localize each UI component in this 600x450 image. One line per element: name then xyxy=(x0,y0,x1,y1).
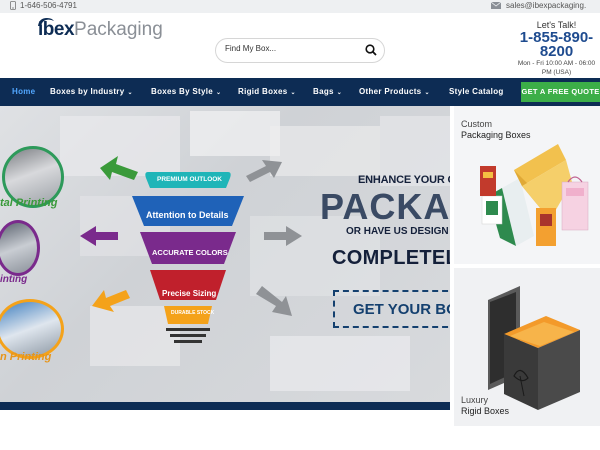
funnel-precise-sizing: Precise Sizing xyxy=(162,289,217,298)
chevron-down-icon: ⌄ xyxy=(127,90,133,96)
nav-boxes-by-industry[interactable]: Boxes by Industry ⌄ xyxy=(50,87,133,96)
quality-funnel-graphic xyxy=(132,172,244,343)
nav-style-catalog[interactable]: Style Catalog xyxy=(449,87,504,96)
logo-light-text: Packaging xyxy=(74,19,163,40)
nav-label: Boxes By Style xyxy=(151,87,214,96)
get-your-boxes-button[interactable]: GET YOUR BOXE xyxy=(333,290,450,328)
top-email[interactable]: sales@ibexpackaging. xyxy=(491,1,586,10)
business-hours: Mon - Fri 10:00 AM - 06:00 xyxy=(517,60,596,67)
get-boxes-label: GET YOUR BOXE xyxy=(353,301,450,318)
arrow-gray-up-icon xyxy=(246,160,282,182)
phone-icon xyxy=(10,1,16,10)
search-input[interactable] xyxy=(225,44,355,53)
custom-boxes-image xyxy=(480,144,589,246)
main-nav: Home Boxes by Industry ⌄ Boxes By Style ⌄ … xyxy=(0,78,600,106)
chevron-down-icon: ⌄ xyxy=(336,90,343,96)
top-bar: 1-646-506-4791 sales@ibexpackaging. xyxy=(0,0,600,13)
nav-label: Boxes by Industry xyxy=(50,87,125,96)
funnel-premium-outlook: PREMIUM OUTLOOK xyxy=(157,176,222,183)
funnel-attention-to-details: Attention to Details xyxy=(146,210,229,220)
nav-rigid-boxes[interactable]: Rigid Boxes ⌄ xyxy=(238,87,296,96)
hero-design-text: OR HAVE US DESIGN SOME xyxy=(346,226,450,237)
luxury-rigid-label: Luxury Rigid Boxes xyxy=(461,395,509,417)
search-icon[interactable] xyxy=(365,44,377,56)
site-logo[interactable]: ibex Packaging xyxy=(38,18,163,41)
hero-completely-text: COMPLETELY xyxy=(332,247,450,269)
side-bot-line2: Rigid Boxes xyxy=(461,406,510,416)
header: ibexPackaging Let's Talk! 1-855-890-8200… xyxy=(0,13,600,78)
envelope-icon xyxy=(491,2,501,9)
free-quote-button[interactable]: GET A FREE QUOTE xyxy=(521,82,600,102)
business-hours-tz: PM (USA) xyxy=(541,69,572,76)
top-email-text: sales@ibexpackaging. xyxy=(506,1,587,10)
funnel-accurate-colors: ACCURATE COLORS xyxy=(152,248,228,257)
arrow-orange-icon xyxy=(92,290,130,312)
logo-swoosh-icon xyxy=(38,18,54,26)
top-phone[interactable]: 1-646-506-4791 xyxy=(10,1,77,10)
hero-bottom-strip xyxy=(0,402,450,410)
nav-other-products[interactable]: Other Products ⌄ xyxy=(359,87,430,96)
phone-number[interactable]: 1-855-890-8200 xyxy=(513,30,600,59)
contact-block: Let's Talk! 1-855-890-8200 Mon - Fri 10:… xyxy=(513,20,600,77)
nav-label: Rigid Boxes xyxy=(238,87,288,96)
nav-label: Bags xyxy=(313,87,334,96)
top-phone-text: 1-646-506-4791 xyxy=(20,1,77,10)
nav-home-label: Home xyxy=(12,87,36,96)
nav-boxes-by-style[interactable]: Boxes By Style ⌄ xyxy=(151,87,221,96)
chevron-down-icon: ⌄ xyxy=(424,90,430,96)
hero-enhance-text: ENHANCE YOUR CURRE xyxy=(358,174,450,186)
hero-slider[interactable]: tal Printing inting n Printing PREMIUM O… xyxy=(0,106,450,410)
search-box[interactable] xyxy=(215,38,385,63)
chevron-down-icon: ⌄ xyxy=(290,90,296,96)
luxury-rigid-boxes-banner[interactable]: Luxury Rigid Boxes xyxy=(454,268,600,426)
hero-packaging-text: PACKAG xyxy=(320,186,450,227)
custom-packaging-banner[interactable]: Custom Packaging Boxes xyxy=(454,106,600,264)
chevron-down-icon: ⌄ xyxy=(216,90,222,96)
nav-label: Other Products xyxy=(359,87,422,96)
arrow-purple-icon xyxy=(80,226,118,246)
funnel-durable-stock: DURABLE STOCK xyxy=(171,310,215,316)
arrow-gray-right-icon xyxy=(264,226,302,246)
nav-bags[interactable]: Bags ⌄ xyxy=(313,87,342,96)
side-bot-line1: Luxury xyxy=(461,395,489,405)
nav-home[interactable]: Home xyxy=(12,87,35,96)
nav-label: Style Catalog xyxy=(449,87,504,96)
arrow-gray-down-icon xyxy=(256,286,292,316)
